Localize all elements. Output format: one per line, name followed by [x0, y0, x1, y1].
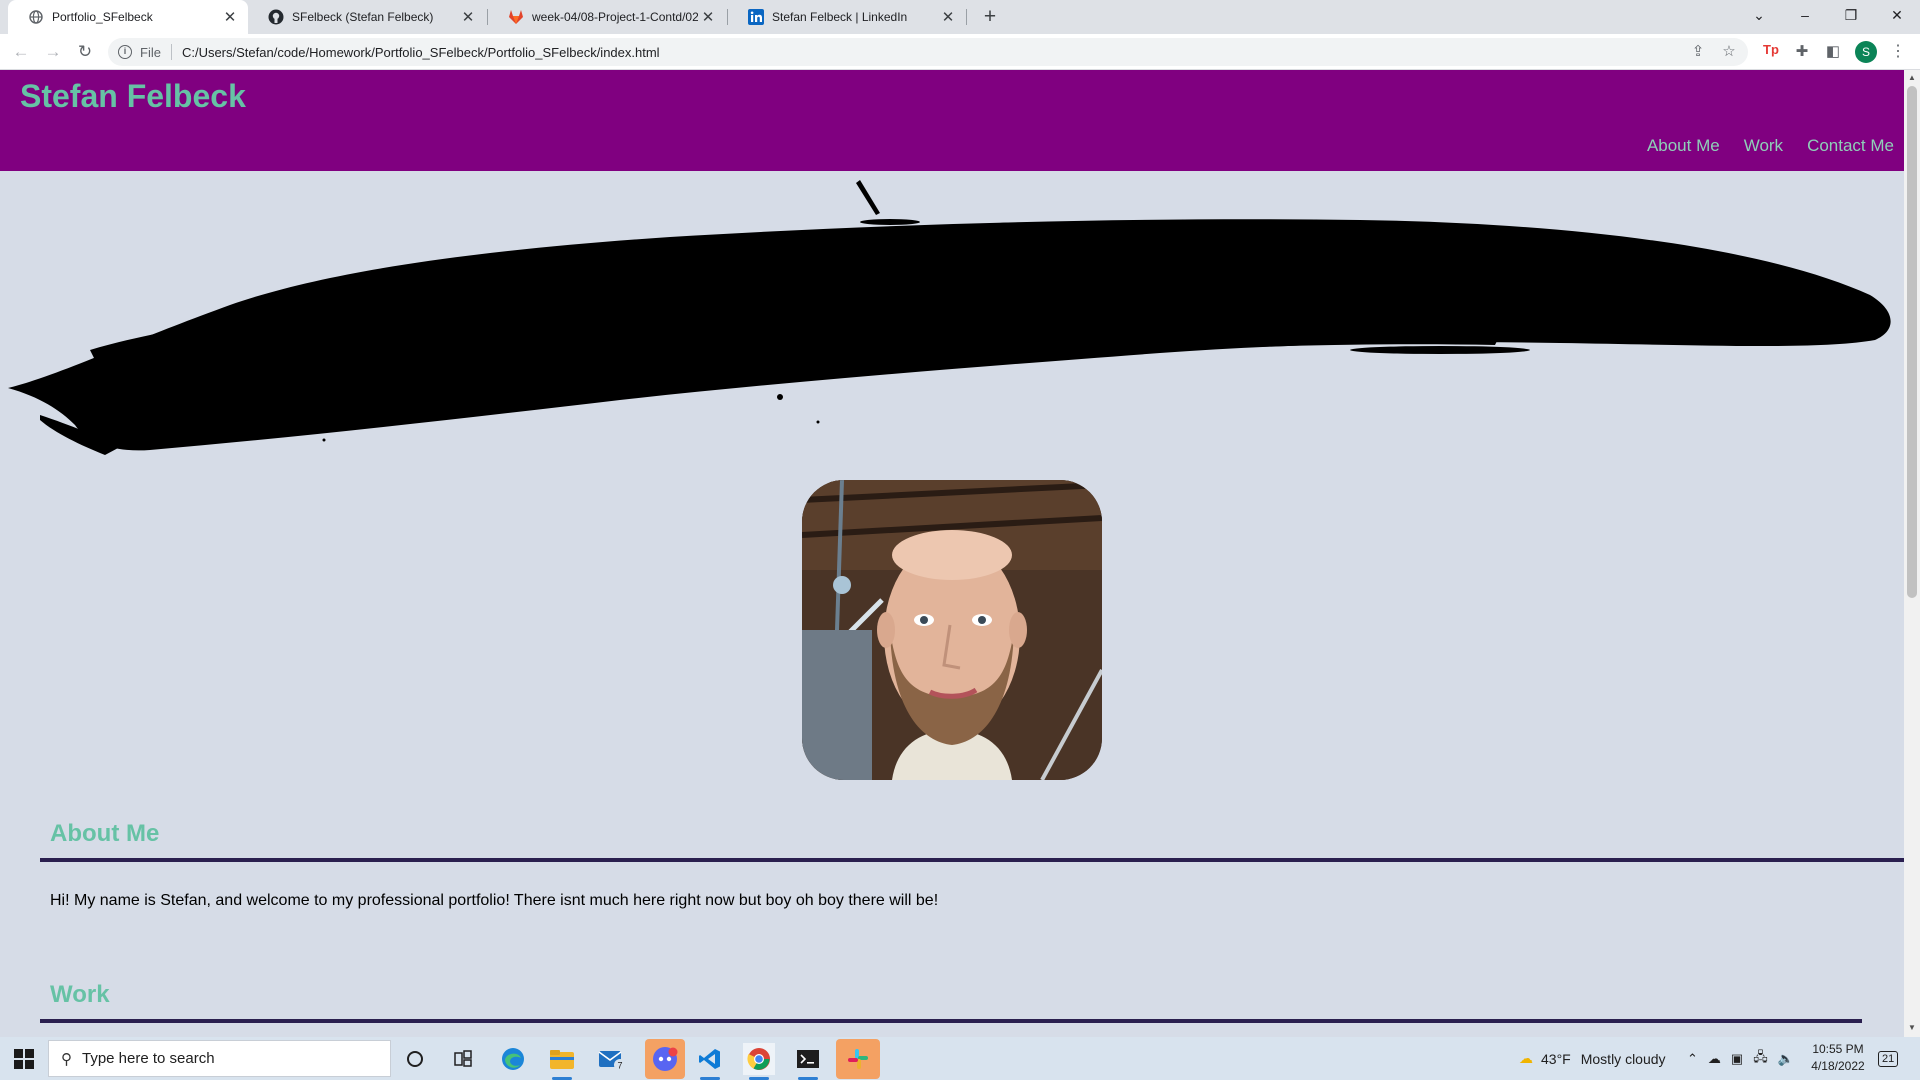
tab-title: SFelbeck (Stefan Felbeck) — [292, 10, 434, 24]
restore-icon[interactable]: ❐ — [1828, 0, 1874, 30]
tray-chevron-up-icon[interactable]: ⌃ — [1687, 1051, 1698, 1067]
weather-cloud-icon: ☁ — [1519, 1050, 1533, 1066]
tab-linkedin[interactable]: Stefan Felbeck | LinkedIn ✕ — [728, 0, 966, 34]
linkedin-icon — [748, 9, 764, 25]
side-panel-icon[interactable]: ◧ — [1822, 42, 1844, 60]
nav-work[interactable]: Work — [1744, 136, 1783, 156]
search-icon: ⚲ — [61, 1050, 72, 1068]
system-tray: ⌃ ☁ ▣ 🖧 🔈 — [1687, 1037, 1794, 1080]
tab-divider — [966, 9, 967, 25]
site-name: Stefan Felbeck — [20, 78, 246, 114]
address-scheme: File — [140, 44, 161, 60]
minimize-icon[interactable]: – — [1782, 0, 1828, 30]
site-nav: About Me Work Contact Me — [1647, 136, 1894, 156]
meet-now-icon[interactable]: ▣ — [1731, 1051, 1743, 1067]
browser-toolbar: ← → ↻ i File C:/Users/Stefan/code/Homewo… — [0, 34, 1920, 70]
close-icon[interactable]: ✕ — [698, 8, 718, 26]
address-url[interactable]: C:/Users/Stefan/code/Homework/Portfolio_… — [182, 45, 660, 60]
share-icon[interactable]: ⇪ — [1687, 42, 1709, 60]
tab-github[interactable]: SFelbeck (Stefan Felbeck) ✕ — [248, 0, 486, 34]
taskbar-search-input[interactable]: ⚲ Type here to search — [48, 1040, 391, 1077]
volume-icon[interactable]: 🔈 — [1778, 1051, 1794, 1067]
new-tab-button[interactable]: + — [976, 4, 1004, 32]
scrollbar-thumb[interactable] — [1907, 86, 1917, 598]
extension-tp-icon[interactable]: Tp — [1760, 42, 1782, 57]
close-icon[interactable]: ✕ — [458, 8, 478, 26]
tab-title: Stefan Felbeck | LinkedIn — [772, 10, 908, 24]
tab-title: Portfolio_SFelbeck — [52, 10, 153, 24]
close-icon[interactable]: ✕ — [220, 8, 240, 26]
github-icon — [268, 9, 284, 25]
nav-about-me[interactable]: About Me — [1647, 136, 1720, 156]
tab-strip: Portfolio_SFelbeck ✕ SFelbeck (Stefan Fe… — [0, 0, 1920, 34]
close-window-icon[interactable]: ✕ — [1874, 0, 1920, 30]
mail-badge: 7 — [617, 1061, 622, 1071]
search-placeholder: Type here to search — [82, 1050, 215, 1067]
clock-date: 4/18/2022 — [1811, 1059, 1865, 1073]
scroll-down-icon[interactable]: ▼ — [1904, 1023, 1920, 1032]
file-explorer-icon[interactable] — [546, 1043, 578, 1080]
about-text: Hi! My name is Stefan, and welcome to my… — [50, 892, 939, 909]
vscode-icon[interactable] — [694, 1043, 726, 1080]
work-section-title: Work — [50, 981, 110, 1008]
edge-icon[interactable] — [497, 1043, 529, 1075]
notification-center-icon[interactable]: 21 — [1878, 1037, 1899, 1080]
bookmark-star-icon[interactable]: ☆ — [1718, 42, 1740, 60]
network-icon[interactable]: 🖧 — [1753, 1048, 1768, 1070]
weather-widget[interactable]: ☁ 43°F Mostly cloudy — [1519, 1037, 1666, 1080]
tab-gitlab[interactable]: week-04/08-Project-1-Contd/02- ✕ — [488, 0, 726, 34]
onedrive-cloud-icon[interactable]: ☁ — [1708, 1051, 1721, 1067]
slack-icon[interactable] — [836, 1039, 880, 1079]
globe-icon — [28, 9, 44, 25]
terminal-icon[interactable] — [792, 1043, 824, 1080]
address-bar[interactable]: i File C:/Users/Stefan/code/Homework/Por… — [108, 38, 1748, 66]
nav-contact-me[interactable]: Contact Me — [1807, 136, 1894, 156]
tab-portfolio[interactable]: Portfolio_SFelbeck ✕ — [8, 0, 248, 34]
gitlab-icon — [508, 9, 524, 25]
reload-icon[interactable]: ↻ — [73, 40, 97, 64]
profile-avatar[interactable]: S — [1855, 41, 1877, 63]
windows-start-icon[interactable] — [14, 1049, 34, 1069]
discord-icon[interactable] — [645, 1039, 685, 1079]
site-header: Stefan Felbeck About Me Work Contact Me — [0, 70, 1904, 171]
taskbar: ⚲ Type here to search 7 ☁ 43°F Mostly cl… — [0, 1037, 1920, 1080]
tab-search-chevron-icon[interactable]: ⌄ — [1736, 0, 1782, 30]
taskbar-clock[interactable]: 10:55 PM 4/18/2022 — [1803, 1041, 1873, 1075]
extensions-puzzle-icon[interactable]: ✚ — [1791, 42, 1813, 60]
forward-arrow-icon[interactable]: → — [41, 40, 65, 64]
profile-photo — [802, 480, 1102, 780]
clock-time: 10:55 PM — [1812, 1042, 1864, 1056]
work-divider — [40, 1019, 1862, 1023]
about-section-title: About Me — [50, 820, 160, 847]
menu-kebab-icon[interactable]: ⋮ — [1890, 41, 1906, 61]
weather-temp: 43°F — [1541, 1050, 1571, 1067]
close-icon[interactable]: ✕ — [938, 8, 958, 26]
page-viewport: Stefan Felbeck About Me Work Contact Me — [0, 70, 1904, 1037]
info-icon[interactable]: i — [118, 45, 132, 59]
notification-badge: 21 — [1878, 1050, 1899, 1067]
tab-title: week-04/08-Project-1-Contd/02- — [532, 10, 698, 24]
brush-stroke-image — [8, 180, 1891, 455]
back-arrow-icon[interactable]: ← — [9, 40, 33, 64]
address-divider — [170, 44, 172, 60]
chrome-icon[interactable] — [743, 1043, 775, 1080]
page-scrollbar[interactable]: ▲ ▼ — [1904, 70, 1920, 1037]
about-divider — [40, 858, 1904, 862]
mail-icon[interactable]: 7 — [596, 1043, 628, 1075]
cortana-icon[interactable] — [399, 1043, 431, 1075]
scroll-up-icon[interactable]: ▲ — [1904, 73, 1920, 82]
task-view-icon[interactable] — [447, 1043, 479, 1075]
weather-condition: Mostly cloudy — [1580, 1050, 1666, 1067]
